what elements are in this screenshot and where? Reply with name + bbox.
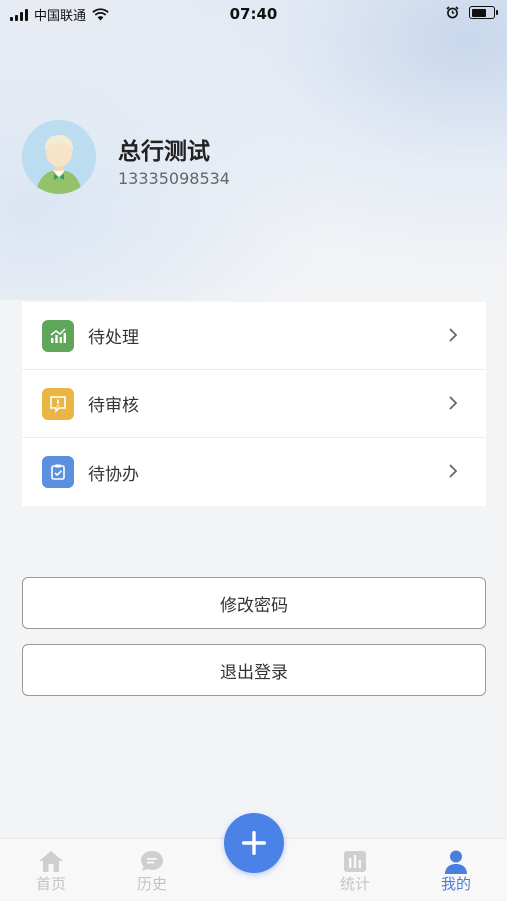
tab-label: 统计 [339, 875, 370, 893]
menu-item-pending[interactable]: 待处理 [22, 302, 486, 370]
add-button[interactable] [224, 813, 284, 873]
menu-item-review[interactable]: 待审核 [22, 370, 486, 438]
task-menu: 待处理 待审核 待协办 [22, 302, 486, 506]
home-icon [39, 851, 63, 872]
stats-icon [344, 851, 366, 872]
chevron-right-icon [449, 464, 458, 478]
status-bar: 中国联通 07:40 [0, 0, 507, 28]
user-icon [445, 850, 467, 874]
avatar-icon [22, 120, 96, 194]
change-password-button[interactable]: 修改密码 [22, 577, 486, 629]
alarm-icon [446, 6, 459, 19]
logout-button[interactable]: 退出登录 [22, 644, 486, 696]
alert-message-icon [42, 387, 74, 420]
tab-home[interactable]: 首页 [11, 839, 91, 901]
status-time: 07:40 [229, 5, 278, 23]
history-icon [141, 851, 163, 871]
tab-stats[interactable]: 统计 [315, 839, 395, 901]
menu-item-label: 待协办 [88, 464, 139, 485]
user-phone: 13335098534 [118, 169, 230, 188]
menu-item-label: 待处理 [88, 328, 139, 348]
avatar[interactable] [22, 120, 96, 194]
tab-mine[interactable]: 我的 [416, 839, 496, 901]
chart-icon [42, 319, 74, 352]
menu-item-label: 待审核 [88, 396, 139, 416]
user-name: 总行测试 [118, 139, 210, 165]
menu-item-assist[interactable]: 待协办 [22, 438, 486, 506]
tab-label: 首页 [35, 875, 66, 893]
tab-history[interactable]: 历史 [112, 839, 192, 901]
tab-label: 我的 [440, 875, 471, 893]
clipboard-icon [42, 456, 74, 488]
battery-icon [469, 6, 498, 19]
chevron-right-icon [449, 396, 458, 410]
chevron-right-icon [449, 328, 458, 342]
plus-icon [242, 831, 266, 855]
tab-label: 历史 [136, 875, 167, 893]
